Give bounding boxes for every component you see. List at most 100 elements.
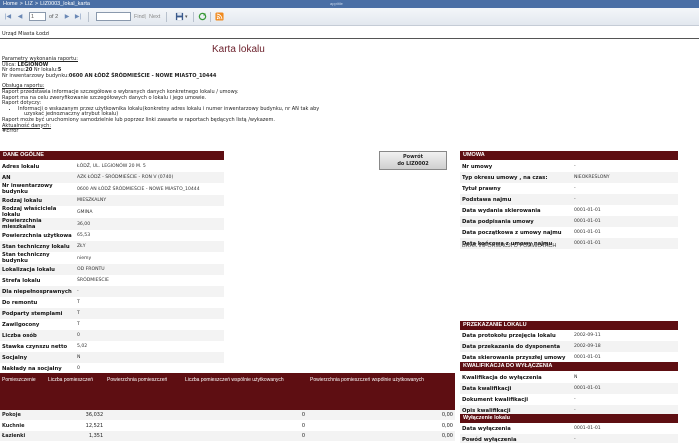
table-row: Dokument kwalifikacji - [460, 394, 678, 405]
table-row: Data wydania skierowania 0001-01-01 [460, 205, 678, 216]
table-row: Typ okresu umowy , na czas: NIEOKREŚLONY [460, 172, 678, 183]
row-value: AZK ŁÓDŹ - ŚRÓDMIEŚCIE - RON V (0740) [75, 172, 224, 183]
table-row: Podstawa najmu - [460, 194, 678, 205]
column-header: Powierzchnia pomieszczeń [107, 377, 168, 383]
toolbar-divider [166, 12, 167, 22]
room-count: 1 [100, 422, 104, 429]
data-currency-value: #Error [2, 128, 19, 135]
find-input[interactable] [96, 12, 131, 21]
row-value: MIESZKALNY [75, 195, 224, 206]
table-row: Kuchnie 1 12,52 0 0,00 [0, 421, 455, 431]
row-label: Rodzaj lokalu [0, 195, 75, 206]
row-value: NIEOKREŚLONY [572, 172, 678, 183]
row-label: Data wydania skierowania [462, 207, 541, 214]
row-value: - [574, 397, 576, 402]
row-value: T [77, 300, 80, 305]
row-label: Dla niepełnosprawnych [0, 286, 75, 297]
row-value: 2002-09-11 [574, 333, 601, 338]
find-separator: | [145, 14, 147, 20]
table-row: Stan techniczny budynku niemy [0, 252, 224, 264]
room-name: Pokoje [2, 412, 21, 418]
room-area: 36,03 [85, 412, 100, 418]
row-label: Powierzchnia mieszkalna [0, 218, 75, 230]
breadcrumb-separator: > [34, 1, 39, 7]
report-toolbar: |◀ ◀ 1 of 2 ▶ ▶| Find | Next ▾ [0, 8, 699, 26]
row-value: ZŁY [75, 241, 224, 252]
row-value: 0001-01-01 [572, 216, 678, 227]
column-header: Pomieszczenie [2, 377, 36, 383]
find-next-link[interactable]: Next [149, 12, 160, 22]
table-row: Tytuł prawny - [460, 183, 678, 194]
row-value: 5,02 [77, 344, 88, 349]
row-value: - [572, 434, 678, 443]
row-label: Podparty stemplami [0, 308, 75, 319]
table-row: Data przekazania do dysponenta 2002-09-18 [460, 341, 678, 352]
row-label: Dokument kwalifikacji [462, 396, 529, 403]
first-page-icon[interactable]: |◀ [4, 12, 12, 22]
row-label: Data protokołu przejęcia lokalu [462, 332, 556, 339]
row-label: Tytuł prawny [462, 185, 501, 192]
room-shared-count: 0 [301, 433, 305, 439]
wylaczenie-table: Data wyłączenia 0001-01-01 Powód wyłączeni… [460, 423, 678, 443]
umowa-table: Nr umowy - Typ okresu umowy , na czas: NIEO… [460, 161, 678, 249]
row-label: Socjalny [0, 352, 75, 363]
export-dropdown-icon[interactable]: ▾ [185, 12, 188, 22]
row-value: 0001-01-01 [574, 426, 601, 431]
app-title-ghost: apptitle [330, 1, 343, 6]
table-row: Data wyłączenia 0001-01-01 [460, 423, 678, 434]
find-link[interactable]: Find [134, 12, 145, 22]
dane-ogolne-table: Adres lokalu ŁÓDŹ, UL. LEGIONÓW 20 M. 5 AN… [0, 161, 224, 385]
table-row: Data protokołu przejęcia lokalu 2002-09-1… [460, 330, 678, 341]
breadcrumb-home[interactable]: Home [3, 1, 18, 7]
previous-page-icon[interactable]: ◀ [16, 12, 24, 22]
row-label: Powierzchnia użytkowa [2, 232, 72, 239]
page-count-label: of 2 [49, 14, 59, 20]
table-row: Adres lokalu ŁÓDŹ, UL. LEGIONÓW 20 M. 5 [0, 161, 224, 172]
section-header-przekazanie: PRZEKAZANIE LOKALU [460, 321, 678, 330]
row-value: GMINA [77, 209, 93, 215]
table-row: Do remontu T [0, 297, 224, 308]
table-row: Lokalizacja lokalu OD FRONTU [0, 264, 224, 275]
next-page-icon[interactable]: ▶ [63, 12, 71, 22]
section-header-dane-ogolne: DANE OGÓLNE [0, 151, 224, 160]
header-divider [0, 38, 699, 39]
back-to-liz0002-button[interactable]: Powrót do LIZ0002 [379, 151, 447, 170]
page-number-input[interactable]: 1 [29, 12, 46, 21]
table-row: Powód wyłączenia - [460, 434, 678, 443]
rss-feed-icon[interactable] [215, 12, 224, 21]
row-value: 65,53 [77, 233, 91, 238]
export-save-icon[interactable] [175, 12, 184, 21]
table-row: Powierzchnia mieszkalna 36,00 [0, 218, 224, 230]
no-parties-info: BRAK INFORMACJI O PODMIOTACH [462, 243, 557, 249]
row-label: Podstawa najmu [460, 194, 572, 205]
column-header: Powierzchnia pomieszczeń wspólnie użytko… [310, 377, 424, 383]
column-header: Liczba pomieszczeń [48, 377, 94, 383]
pomieszczenia-header: Pomieszczenie Liczba pomieszczeń Powierz… [0, 373, 455, 410]
row-value: 0 [75, 330, 224, 341]
room-area: 1,35 [88, 433, 100, 439]
room-area: 12,52 [85, 422, 100, 429]
row-value: - [574, 186, 576, 191]
table-row: Podparty stemplami T [0, 308, 224, 319]
row-label: Liczba osób [0, 330, 75, 341]
row-label: Zawilgocony [2, 321, 40, 328]
row-label: Lokalizacja lokalu [0, 264, 75, 275]
last-page-icon[interactable]: ▶| [74, 12, 82, 22]
row-value: - [574, 164, 576, 169]
breadcrumb-report[interactable]: LIZ0003_lokal_karta [40, 1, 90, 7]
row-value: - [572, 194, 678, 205]
toolbar-divider [210, 12, 211, 22]
report-info: Parametry wykonania raportu: Ulica: LEGI… [2, 56, 342, 135]
room-count: 2 [100, 412, 104, 418]
table-row: Liczba osób 0 [0, 330, 224, 341]
row-label: Rodzaj właściciela lokalu [2, 206, 57, 218]
refresh-icon[interactable] [198, 12, 207, 21]
row-value: - [75, 286, 224, 297]
room-shared-count: 0 [301, 412, 305, 418]
table-row: Stan techniczny lokalu ZŁY [0, 241, 224, 252]
section-header-wylaczenie: Wyłączenie lokalu [460, 414, 678, 423]
row-value: 0001-01-01 [572, 383, 678, 394]
toolbar-divider [193, 12, 194, 22]
section-header-kwalifikacja: KWALIFIKACJA DO WYŁĄCZENIA [460, 362, 678, 371]
breadcrumb-liz[interactable]: LIZ [25, 1, 33, 7]
